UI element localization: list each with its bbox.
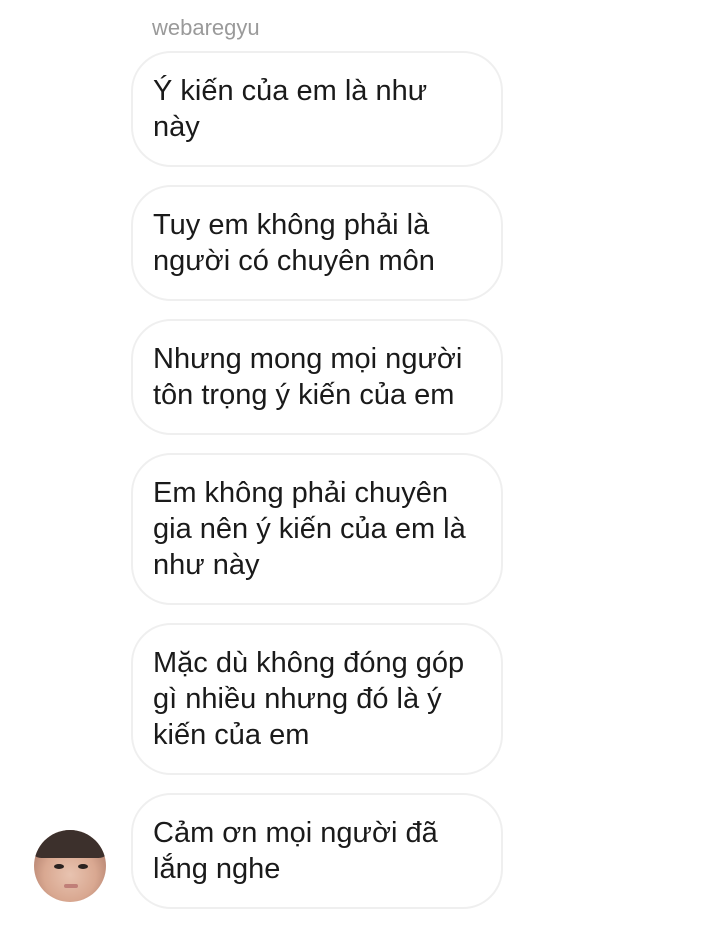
message-text: Ý kiến của em là như này [153,75,428,143]
message-bubble[interactable]: Nhưng mong mọi người tôn trọng ý kiến củ… [131,319,503,435]
avatar-eye-right [78,864,88,869]
message-thread: Ý kiến của em là như này Tuy em không ph… [131,51,503,927]
avatar-hair [34,830,106,858]
message-bubble[interactable]: Tuy em không phải là người có chuyên môn [131,185,503,301]
message-text: Cảm ơn mọi người đã lắng nghe [153,817,438,885]
message-text: Mặc dù không đóng góp gì nhiều nhưng đó … [153,647,465,751]
message-text: Em không phải chuyên gia nên ý kiến của … [153,477,466,581]
avatar-eye-left [54,864,64,869]
message-text: Nhưng mong mọi người tôn trọng ý kiến củ… [153,343,463,411]
avatar-mouth [64,884,78,888]
message-bubble[interactable]: Mặc dù không đóng góp gì nhiều nhưng đó … [131,623,503,775]
sender-name[interactable]: webaregyu [152,14,260,42]
message-bubble[interactable]: Ý kiến của em là như này [131,51,503,167]
message-bubble[interactable]: Em không phải chuyên gia nên ý kiến của … [131,453,503,605]
avatar[interactable] [34,830,106,902]
message-text: Tuy em không phải là người có chuyên môn [153,209,435,277]
message-bubble[interactable]: Cảm ơn mọi người đã lắng nghe [131,793,503,909]
